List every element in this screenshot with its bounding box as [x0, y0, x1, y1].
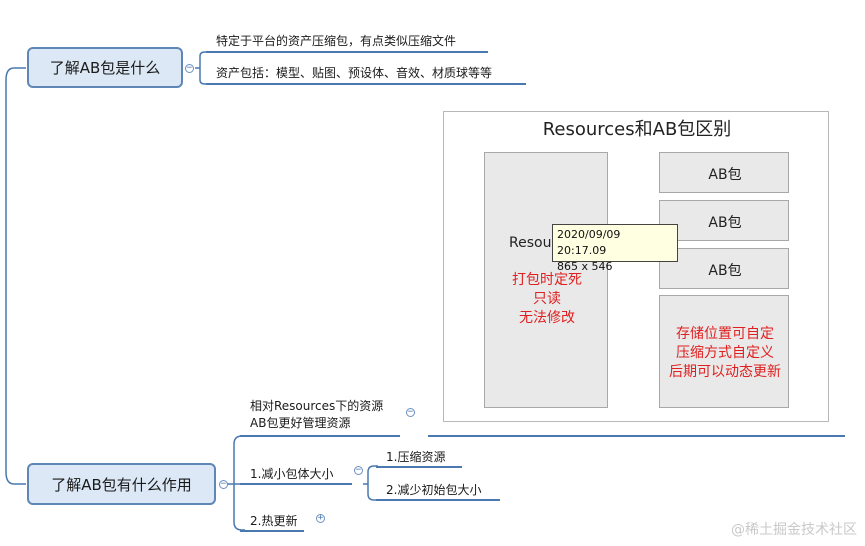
collapse-toggle-icon[interactable]: − [219, 480, 228, 489]
ab-bundle-label: AB包 [708, 215, 742, 231]
leaf-line: AB包更好管理资源 [250, 416, 351, 430]
leaf-underline [428, 435, 845, 437]
collapse-toggle-icon[interactable]: − [354, 466, 363, 475]
ab-bundle-label: AB包 [708, 263, 742, 279]
collapse-toggle-icon[interactable]: − [185, 64, 194, 73]
leaf-label: 2.减少初始包大小 [386, 483, 482, 497]
branch-what-is-ab [195, 51, 210, 85]
leaf-underline [376, 466, 462, 468]
leaf-label: 1.减小包体大小 [250, 467, 334, 481]
resources-box: Resou 打包时定死 只读 无法修改 [484, 152, 608, 408]
ab-bundle-box: AB包 [659, 248, 789, 289]
leaf-underline [206, 51, 488, 53]
resources-note: 只读 [533, 291, 561, 307]
leaf-underline [240, 530, 304, 532]
topic-what-is-ab-bundle[interactable]: 了解AB包是什么 [27, 47, 183, 88]
leaf-label: 1.压缩资源 [386, 450, 446, 464]
leaf-line: 相对Resources下的资源 [250, 399, 384, 413]
resources-notes: 打包时定死 只读 无法修改 [485, 271, 609, 328]
root-spine [5, 67, 26, 485]
leaf-asset-types[interactable]: 资产包括：模型、贴图、预设体、音效、材质球等等 [216, 64, 492, 81]
ab-notes: 存储位置可自定 压缩方式自定义 后期可以动态更新 [660, 325, 790, 382]
topic-ab-bundle-usage[interactable]: 了解AB包有什么作用 [27, 463, 216, 505]
leaf-underline [240, 435, 400, 437]
leaf-compress-assets[interactable]: 1.压缩资源 [386, 448, 445, 465]
leaf-reduce-initial-package[interactable]: 2.减少初始包大小 [386, 481, 481, 498]
resources-label: Resou [509, 235, 552, 251]
topic-label: 了解AB包有什么作用 [51, 475, 192, 494]
leaf-underline [206, 83, 526, 85]
leaf-label: 2.热更新 [250, 514, 298, 528]
leaf-underline [376, 499, 500, 501]
leaf-label: 资产包括：模型、贴图、预设体、音效、材质球等等 [216, 66, 493, 80]
leaf-reduce-package-size[interactable]: 1.减小包体大小 [250, 465, 333, 482]
ab-bundle-label: AB包 [708, 167, 742, 183]
ab-bundle-box: AB包 [659, 152, 789, 193]
ab-note: 存储位置可自定 [676, 326, 774, 342]
leaf-underline [240, 483, 352, 485]
leaf-hot-update[interactable]: 2.热更新 [250, 512, 297, 529]
expand-toggle-icon[interactable]: + [316, 514, 325, 523]
leaf-label: 特定于平台的资产压缩包，有点类似压缩文件 [216, 34, 457, 48]
collapse-toggle-icon[interactable]: − [406, 408, 415, 417]
ab-notes-box: 存储位置可自定 压缩方式自定义 后期可以动态更新 [659, 295, 789, 408]
ab-bundle-box: AB包 [659, 200, 789, 241]
tooltip-datetime: 2020/09/09 20:17.09 [557, 228, 621, 257]
leaf-platform-compressed-package[interactable]: 特定于平台的资产压缩包，有点类似压缩文件 [216, 32, 456, 49]
topic-label: 了解AB包是什么 [49, 59, 161, 77]
tooltip-size: 865 x 546 [557, 260, 613, 273]
ab-note: 压缩方式自定义 [676, 345, 774, 361]
leaf-better-management[interactable]: 相对Resources下的资源 AB包更好管理资源 [250, 398, 383, 432]
branch-reduce-size [363, 465, 378, 501]
watermark: @稀土掘金技术社区 [731, 522, 857, 538]
resources-note: 无法修改 [519, 310, 575, 326]
comparison-title: Resources和AB包区别 [542, 119, 732, 140]
ab-note: 后期可以动态更新 [669, 364, 781, 380]
screenshot-tooltip: 2020/09/09 20:17.09 865 x 546 [552, 224, 678, 273]
